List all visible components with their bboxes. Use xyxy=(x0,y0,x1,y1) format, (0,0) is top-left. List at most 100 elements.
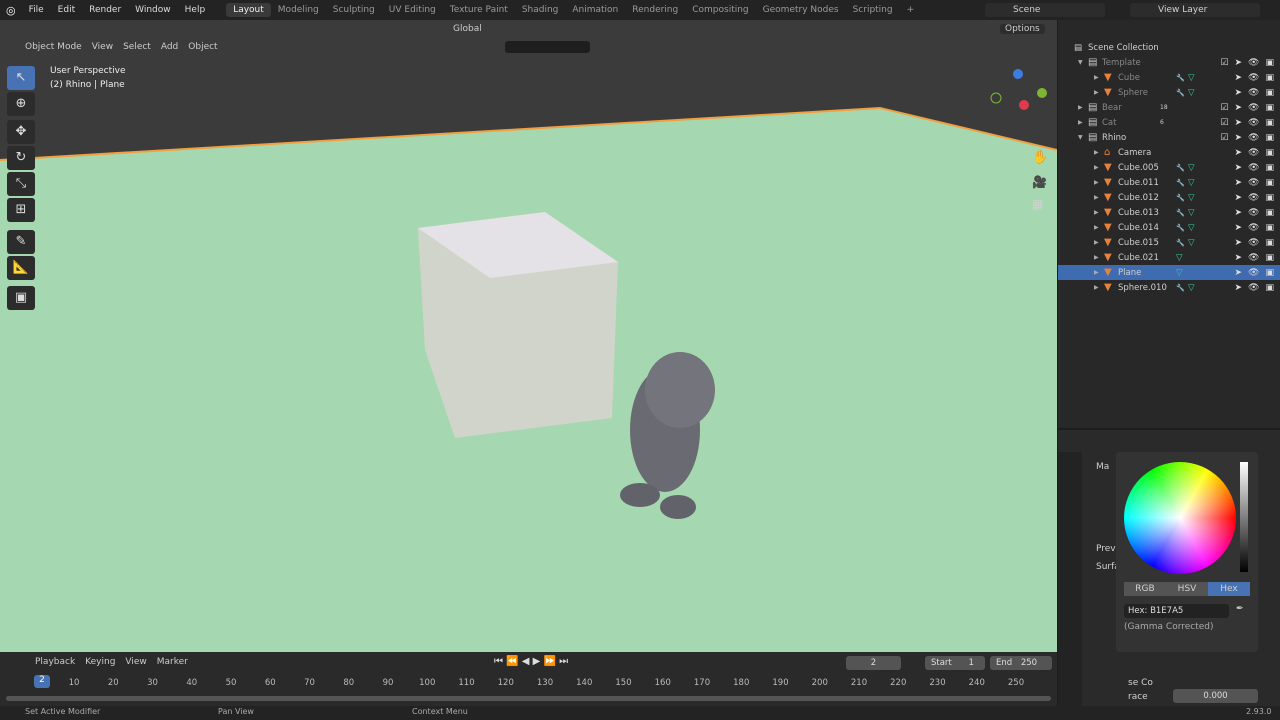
select-arrow-icon[interactable]: ➤ xyxy=(1235,148,1243,158)
value-slider[interactable] xyxy=(1240,462,1248,572)
menu-edit[interactable]: Edit xyxy=(51,5,82,15)
visibility-controls[interactable]: ➤ 👁 ▣ xyxy=(1235,193,1275,203)
expand-toggle-icon[interactable]: ▶ xyxy=(1094,179,1104,186)
select-arrow-icon[interactable]: ➤ xyxy=(1235,178,1243,188)
playback-controls[interactable]: ⏮ ⏪ ◀ ▶ ⏩ ⏭ xyxy=(494,656,568,667)
render-camera-icon[interactable]: ▣ xyxy=(1265,223,1274,233)
tab-animation[interactable]: Animation xyxy=(565,3,625,17)
select-tool[interactable]: ↖ xyxy=(7,66,35,90)
outliner-item-cube-011[interactable]: ▶ ▼ Cube.011 🔧 ▽ ➤ 👁 ▣ xyxy=(1058,175,1280,190)
visibility-controls[interactable]: ➤ 👁 ▣ xyxy=(1235,88,1275,98)
render-camera-icon[interactable]: ▣ xyxy=(1265,268,1274,278)
expand-toggle-icon[interactable]: ▶ xyxy=(1094,284,1104,291)
expand-toggle-icon[interactable]: ▶ xyxy=(1094,224,1104,231)
preview-panel[interactable]: Previ xyxy=(1096,544,1118,554)
trace-value-field[interactable]: 0.000 xyxy=(1173,689,1258,703)
expand-toggle-icon[interactable]: ▶ xyxy=(1094,254,1104,261)
color-wheel[interactable] xyxy=(1124,462,1236,574)
transform-tool[interactable]: ⊞ xyxy=(7,198,35,222)
eye-icon[interactable]: 👁 xyxy=(1248,163,1259,173)
tab-rgb[interactable]: RGB xyxy=(1124,582,1166,596)
render-camera-icon[interactable]: ▣ xyxy=(1265,73,1274,83)
eye-icon[interactable]: 👁 xyxy=(1248,208,1259,218)
timeline-menu-playback[interactable]: Playback xyxy=(30,657,80,667)
timeline-menu-keying[interactable]: Keying xyxy=(80,657,120,667)
eye-icon[interactable]: 👁 xyxy=(1248,223,1259,233)
expand-toggle-icon[interactable]: ▶ xyxy=(1094,89,1104,96)
outliner-item-plane[interactable]: ▶ ▼ Plane ▽ ➤ 👁 ▣ xyxy=(1058,265,1280,280)
visibility-controls[interactable]: ➤ 👁 ▣ xyxy=(1235,223,1275,233)
timeline-menu-view[interactable]: View xyxy=(120,657,151,667)
scale-tool[interactable]: ⤡ xyxy=(7,172,35,196)
select-arrow-icon[interactable]: ➤ xyxy=(1235,208,1243,218)
tab-uv-editing[interactable]: UV Editing xyxy=(382,3,443,17)
visibility-controls[interactable]: ➤ 👁 ▣ xyxy=(1235,283,1275,293)
outliner-item-camera[interactable]: ▶ ⌂ Camera ➤ 👁 ▣ xyxy=(1058,145,1280,160)
render-camera-icon[interactable]: ▣ xyxy=(1265,193,1274,203)
start-frame-field[interactable]: Start 1 xyxy=(925,656,985,670)
orientation-selector[interactable]: Global xyxy=(448,24,487,34)
eye-icon[interactable]: 👁 xyxy=(1248,193,1259,203)
timeline-scrollbar[interactable] xyxy=(6,696,1051,701)
tab-sculpting[interactable]: Sculpting xyxy=(326,3,382,17)
tab-hsv[interactable]: HSV xyxy=(1166,582,1208,596)
menu-object[interactable]: Object xyxy=(183,42,222,52)
select-arrow-icon[interactable]: ➤ xyxy=(1235,133,1243,143)
expand-toggle-icon[interactable]: ▶ xyxy=(1094,164,1104,171)
render-camera-icon[interactable]: ▣ xyxy=(1265,148,1274,158)
render-camera-icon[interactable]: ▣ xyxy=(1265,103,1274,113)
tab-hex[interactable]: Hex xyxy=(1208,582,1250,596)
tab-layout[interactable]: Layout xyxy=(226,3,271,17)
menu-window[interactable]: Window xyxy=(128,5,178,15)
render-camera-icon[interactable]: ▣ xyxy=(1265,178,1274,188)
timeline-menu-marker[interactable]: Marker xyxy=(152,657,193,667)
3d-viewport[interactable]: Object Mode View Select Add Object Global O… xyxy=(0,20,1057,652)
render-camera-icon[interactable]: ▣ xyxy=(1265,58,1274,68)
eyedropper-icon[interactable]: ✒ xyxy=(1236,604,1244,614)
move-tool[interactable]: ✥ xyxy=(7,120,35,144)
menu-file[interactable]: File xyxy=(22,5,51,15)
outliner-item-cube-005[interactable]: ▶ ▼ Cube.005 🔧 ▽ ➤ 👁 ▣ xyxy=(1058,160,1280,175)
include-checkbox[interactable]: ☑ xyxy=(1220,118,1228,128)
select-arrow-icon[interactable]: ➤ xyxy=(1235,268,1243,278)
expand-toggle-icon[interactable]: ▶ xyxy=(1078,119,1088,126)
outliner-item-cube-014[interactable]: ▶ ▼ Cube.014 🔧 ▽ ➤ 👁 ▣ xyxy=(1058,220,1280,235)
scene-selector[interactable]: Scene xyxy=(985,3,1105,17)
tab-scripting[interactable]: Scripting xyxy=(846,3,900,17)
hex-field[interactable]: Hex: B1E7A5 xyxy=(1124,604,1229,618)
tab-geometry-nodes[interactable]: Geometry Nodes xyxy=(756,3,846,17)
outliner-item-cat[interactable]: ▶ ▤ Cat 6 ☑ ➤ 👁 ▣ xyxy=(1058,115,1280,130)
menu-view[interactable]: View xyxy=(87,42,118,52)
expand-toggle-icon[interactable]: ▶ xyxy=(1094,74,1104,81)
expand-toggle-icon[interactable]: ▶ xyxy=(1094,194,1104,201)
visibility-controls[interactable]: ➤ 👁 ▣ xyxy=(1235,148,1275,158)
end-frame-field[interactable]: End 250 xyxy=(990,656,1052,670)
eye-icon[interactable]: 👁 xyxy=(1248,133,1259,143)
visibility-controls[interactable]: ➤ 👁 ▣ xyxy=(1235,208,1275,218)
render-camera-icon[interactable]: ▣ xyxy=(1265,118,1274,128)
annotate-tool[interactable]: ✎ xyxy=(7,230,35,254)
select-arrow-icon[interactable]: ➤ xyxy=(1235,163,1243,173)
tab-shading[interactable]: Shading xyxy=(515,3,566,17)
visibility-controls[interactable]: ☑ ➤ 👁 ▣ xyxy=(1220,103,1274,113)
options-button[interactable]: Options xyxy=(1000,24,1045,34)
outliner-item-template[interactable]: ▼ ▤ Template ☑ ➤ 👁 ▣ xyxy=(1058,55,1280,70)
outliner-item-cube[interactable]: ▶ ▼ Cube 🔧 ▽ ➤ 👁 ▣ xyxy=(1058,70,1280,85)
eye-icon[interactable]: 👁 xyxy=(1248,268,1259,278)
eye-icon[interactable]: 👁 xyxy=(1248,58,1259,68)
camera-view-icon[interactable]: 🎥 xyxy=(1032,175,1047,189)
select-arrow-icon[interactable]: ➤ xyxy=(1235,193,1243,203)
include-checkbox[interactable]: ☑ xyxy=(1220,58,1228,68)
select-arrow-icon[interactable]: ➤ xyxy=(1235,223,1243,233)
outliner-item-cube-021[interactable]: ▶ ▼ Cube.021 ▽ ➤ 👁 ▣ xyxy=(1058,250,1280,265)
expand-toggle-icon[interactable]: ▶ xyxy=(1094,239,1104,246)
render-camera-icon[interactable]: ▣ xyxy=(1265,163,1274,173)
expand-toggle-icon[interactable]: ▶ xyxy=(1094,269,1104,276)
select-arrow-icon[interactable]: ➤ xyxy=(1235,238,1243,248)
playhead[interactable]: 2 xyxy=(34,675,50,688)
visibility-controls[interactable]: ➤ 👁 ▣ xyxy=(1235,268,1275,278)
select-arrow-icon[interactable]: ➤ xyxy=(1235,58,1243,68)
menu-help[interactable]: Help xyxy=(178,5,213,15)
pan-hand-icon[interactable]: ✋ xyxy=(1032,150,1048,165)
render-camera-icon[interactable]: ▣ xyxy=(1265,133,1274,143)
